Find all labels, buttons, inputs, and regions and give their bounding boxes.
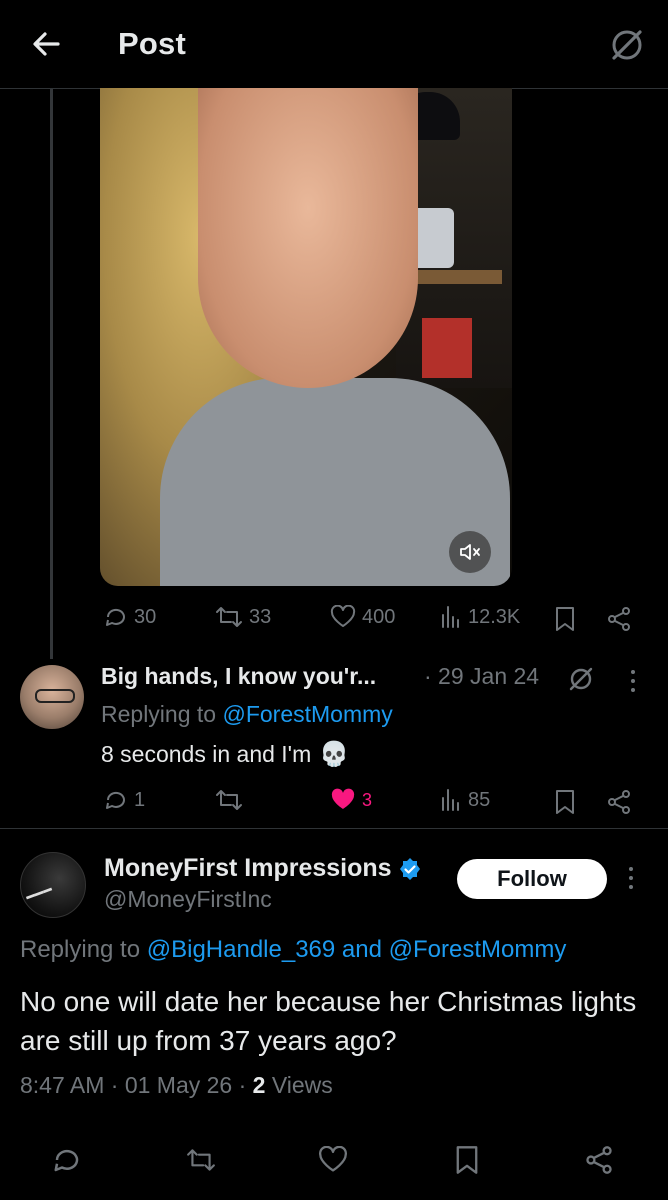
replying-handle-link[interactable]: @ForestMommy (389, 936, 567, 963)
post-avatar[interactable]: ▬▬▬ (20, 852, 86, 918)
reply-icon (54, 1149, 79, 1172)
verified-badge-icon (399, 857, 420, 880)
repost-count: 33 (249, 605, 272, 628)
post-author-name: MoneyFirst Impressions (104, 854, 392, 882)
speaker-muted-icon (460, 544, 480, 560)
analytics-icon (442, 789, 459, 811)
post-author-handle[interactable]: @MoneyFirstInc (104, 886, 272, 913)
replying-and: and (341, 936, 382, 963)
post-more-button[interactable] (624, 865, 638, 891)
bookmark-button[interactable] (550, 604, 580, 634)
reply-icon (106, 791, 125, 809)
more-vertical-icon (629, 867, 633, 889)
heart-icon (330, 605, 356, 627)
reply-replying-to: Replying to @ForestMommy (101, 701, 393, 728)
avatar-glasses (35, 689, 75, 703)
post-views-label: Views (271, 1072, 333, 1098)
reply-stat[interactable]: 30 (104, 605, 156, 629)
post-meta: 8:47 AM · 01 May 26 · 2 Views (20, 1072, 333, 1099)
reply-views-stat[interactable]: 85 (440, 788, 490, 812)
analytics-icon (442, 606, 459, 628)
reply-repost-stat[interactable] (215, 788, 249, 812)
repost-icon (216, 790, 242, 810)
reply-share-button[interactable] (604, 787, 634, 817)
grok-button[interactable] (606, 24, 648, 66)
reply-icon (106, 608, 125, 626)
share-icon (608, 790, 630, 814)
reply-more-button[interactable] (626, 668, 640, 694)
bookmark-icon (456, 1146, 478, 1174)
heart-filled-icon (331, 788, 355, 809)
post-time: 8:47 AM (20, 1072, 105, 1098)
reply-reply-stat[interactable]: 1 (104, 788, 145, 812)
post-bookmark-button[interactable] (452, 1145, 482, 1175)
share-icon (586, 1146, 612, 1174)
heart-icon (319, 1146, 347, 1172)
video-player[interactable] (100, 88, 512, 586)
replying-prefix: Replying to (101, 701, 217, 727)
share-icon (608, 607, 630, 631)
reply-bookmark-button[interactable] (550, 787, 580, 817)
reply-views-count: 85 (468, 788, 491, 811)
share-button[interactable] (604, 604, 634, 634)
post-share-button[interactable] (584, 1145, 614, 1175)
post-like-button[interactable] (318, 1145, 348, 1175)
divider (0, 828, 668, 829)
replying-prefix: Replying to (20, 936, 141, 963)
grok-icon (612, 30, 642, 60)
bookmark-icon (556, 607, 574, 631)
top-bar (0, 0, 668, 89)
avatar[interactable] (20, 665, 84, 729)
post-date: · 01 May 26 · (110, 1072, 247, 1098)
replying-handle-link[interactable]: @ForestMommy (222, 701, 392, 727)
reply-like-count: 3 (362, 789, 373, 810)
reply-grok-button[interactable] (566, 664, 596, 694)
replying-handle-link[interactable]: @BigHandle_369 (147, 936, 336, 963)
reply-text-content: 8 seconds in and I'm (101, 741, 312, 767)
post-views-count[interactable]: 2 (253, 1072, 266, 1098)
like-stat[interactable]: 400 (330, 605, 395, 629)
mute-button[interactable] (449, 531, 491, 573)
picture-frame (422, 318, 472, 378)
reply-date: · 29 Jan 24 (424, 663, 540, 689)
post-text: No one will date her because her Christm… (20, 986, 637, 1056)
views-stat[interactable]: 12.3K (440, 605, 520, 629)
reply-count: 30 (134, 605, 157, 628)
grok-icon (569, 667, 593, 691)
more-vertical-icon (631, 670, 635, 692)
thread-connector (50, 89, 53, 659)
repost-icon (216, 607, 242, 627)
post-repost-button[interactable] (186, 1145, 216, 1175)
views-count: 12.3K (468, 605, 521, 628)
back-button[interactable] (26, 24, 66, 64)
reply-reply-count: 1 (134, 788, 146, 811)
post-author[interactable]: MoneyFirst Impressions (104, 854, 422, 883)
skull-emoji: 💀 (319, 741, 350, 768)
like-count: 400 (362, 605, 396, 628)
post-reply-button[interactable] (52, 1145, 82, 1175)
arrow-left-icon (33, 32, 60, 56)
reply-like-stat[interactable]: 3 (330, 788, 372, 812)
video-subject-face (198, 88, 418, 388)
reply-author-name[interactable]: Big hands, I know you'r... (101, 663, 376, 690)
reply-text: 8 seconds in and I'm 💀 (101, 740, 349, 769)
avatar-logo-mark: ▬▬▬ (24, 882, 53, 902)
repost-stat[interactable]: 33 (215, 605, 271, 629)
follow-button[interactable]: Follow (457, 859, 607, 899)
post-replying-to: Replying to @BigHandle_369 and @ForestMo… (20, 936, 566, 964)
page-title: Post (118, 26, 186, 61)
bookmark-icon (556, 790, 574, 814)
repost-icon (187, 1149, 215, 1171)
